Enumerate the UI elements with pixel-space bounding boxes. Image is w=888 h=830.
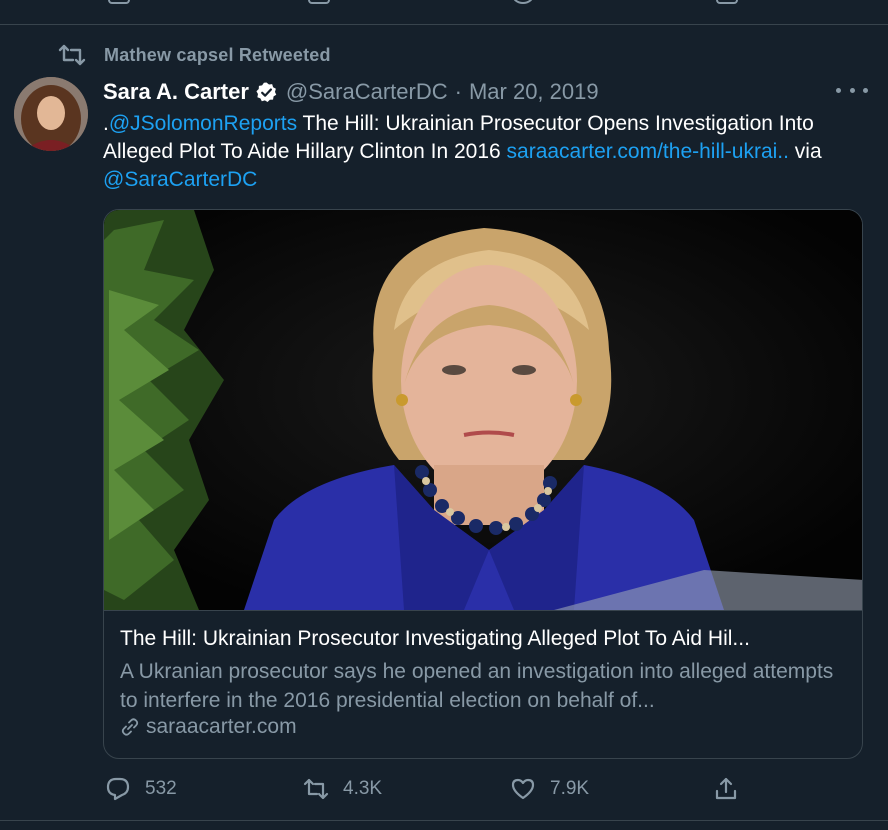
like-button[interactable]: 7.9K: [510, 773, 589, 805]
card-title[interactable]: The Hill: Ukrainian Prosecutor Investiga…: [120, 627, 850, 651]
share-button[interactable]: [713, 773, 753, 805]
url-link[interactable]: saraacarter.com/the-hill-ukrai..: [507, 140, 789, 163]
author-handle[interactable]: @SaraCarterDC: [286, 79, 448, 105]
retweet-icon: [303, 778, 329, 800]
previous-like-icon[interactable]: [512, 0, 534, 4]
card-text[interactable]: The Hill: Ukrainian Prosecutor Investiga…: [104, 610, 862, 758]
retweet-icon: [58, 44, 86, 66]
mention-link[interactable]: @JSolomonReports: [109, 112, 297, 135]
card-domain: saraacarter.com: [120, 715, 297, 739]
tweet-header: Sara A. Carter @SaraCarterDC · Mar 20, 2…: [103, 77, 599, 107]
author-name[interactable]: Sara A. Carter: [103, 79, 249, 105]
tweet-actions: 532 4.3K 7.9K: [103, 773, 863, 805]
more-options-icon[interactable]: [836, 80, 868, 100]
divider-top: [0, 24, 888, 25]
via-mention-link[interactable]: @SaraCarterDC: [103, 168, 257, 191]
retweet-button[interactable]: 4.3K: [303, 773, 382, 805]
header-separator: ·: [454, 79, 462, 104]
link-icon: [121, 718, 139, 736]
like-icon: [511, 778, 535, 800]
previous-share-icon[interactable]: [716, 0, 738, 4]
card-domain-text: saraacarter.com: [146, 715, 297, 738]
reply-icon: [106, 777, 130, 801]
reply-count: 532: [145, 778, 177, 799]
share-icon: [715, 777, 737, 800]
retweet-count: 4.3K: [343, 778, 383, 799]
reply-button[interactable]: 532: [105, 773, 177, 805]
avatar[interactable]: [14, 77, 88, 151]
via-text: via: [788, 140, 822, 163]
verified-badge-icon: [256, 81, 277, 102]
previous-reply-icon[interactable]: [108, 0, 130, 4]
card-image[interactable]: [104, 210, 862, 610]
like-count: 7.9K: [550, 778, 590, 799]
retweet-label[interactable]: Mathew capsel Retweeted: [104, 45, 331, 66]
tweet-text: .@JSolomonReports The Hill: Ukrainian Pr…: [103, 110, 873, 194]
card-description: A Ukranian prosecutor says he opened an …: [120, 660, 834, 712]
previous-tweet-actions: [0, 0, 888, 6]
tweet-date[interactable]: Mar 20, 2019: [469, 79, 599, 105]
link-card[interactable]: The Hill: Ukrainian Prosecutor Investiga…: [103, 209, 863, 759]
retweet-context[interactable]: Mathew capsel Retweeted: [58, 42, 331, 68]
previous-retweet-icon[interactable]: [308, 0, 330, 4]
divider-bottom: [0, 820, 888, 821]
